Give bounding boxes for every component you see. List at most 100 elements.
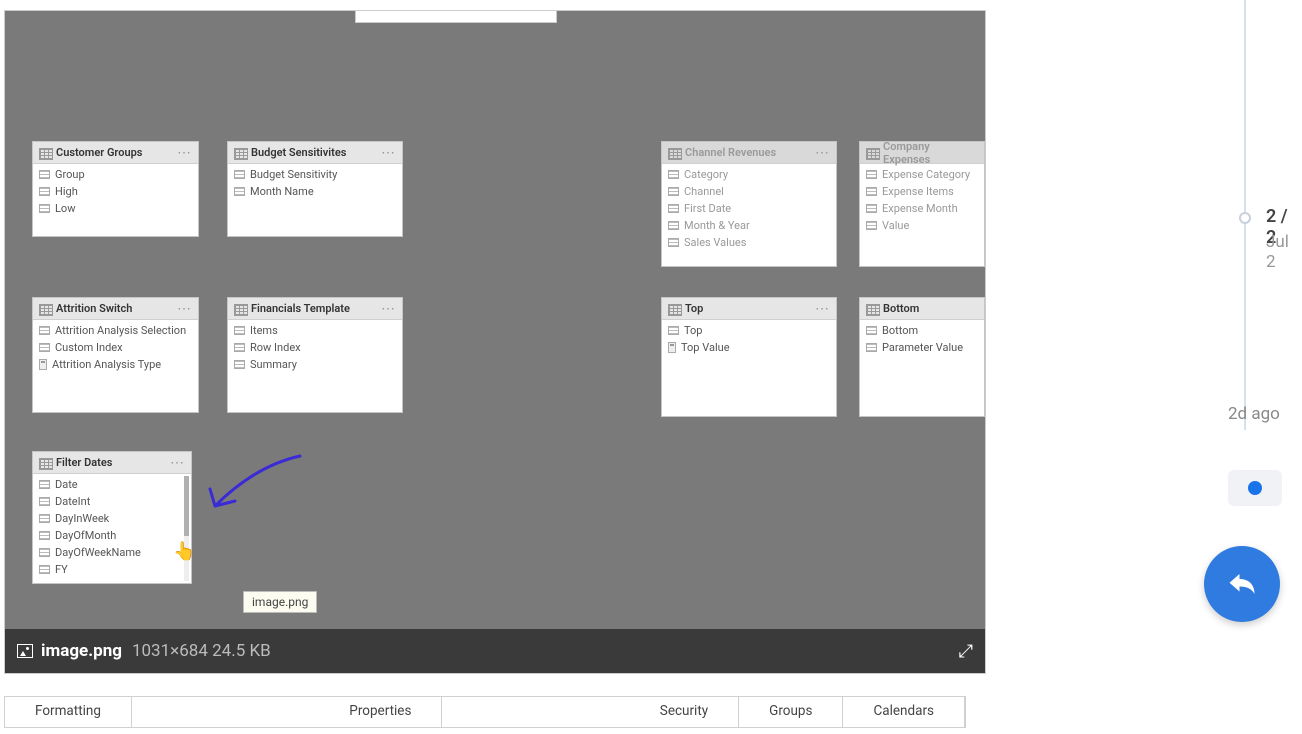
table-top[interactable]: Top⋯ Top Top Value — [661, 297, 837, 417]
field-label: Expense Items — [882, 185, 954, 198]
field-row[interactable]: DayOfWeekName — [33, 544, 191, 561]
field-row[interactable]: Attrition Analysis Selection — [33, 322, 198, 339]
table-header[interactable]: Channel Revenues⋯ — [662, 142, 836, 164]
field-row[interactable]: DayOfMonth — [33, 527, 191, 544]
scrollbar-thumb[interactable] — [184, 476, 189, 536]
ellipsis-icon[interactable]: ⋯ — [381, 301, 396, 317]
field-row[interactable]: Attrition Analysis Type — [33, 356, 198, 373]
table-title: Company Expenses — [883, 140, 978, 166]
table-header[interactable]: Attrition Switch⋯ — [33, 298, 198, 320]
field-label: Parameter Value — [882, 341, 963, 354]
ellipsis-icon[interactable]: ⋯ — [815, 301, 830, 317]
field-row[interactable]: Group — [33, 166, 198, 183]
notification-chip[interactable] — [1228, 470, 1282, 506]
field-row[interactable]: Items — [228, 322, 402, 339]
field-row[interactable]: Custom Index — [33, 339, 198, 356]
tab-properties[interactable]: Properties — [319, 697, 442, 727]
expand-icon[interactable]: ⤢ — [959, 641, 973, 662]
field-icon — [866, 187, 877, 196]
table-header[interactable]: Company Expenses — [860, 142, 984, 164]
bottom-tabs: Formatting Properties Security Groups Ca… — [4, 696, 966, 728]
ellipsis-icon[interactable]: ⋯ — [177, 301, 192, 317]
table-header[interactable]: Financials Template⋯ — [228, 298, 402, 320]
field-row[interactable]: Date — [33, 476, 191, 493]
field-row[interactable]: First Date — [662, 200, 836, 217]
table-title: Channel Revenues — [685, 146, 815, 159]
field-row[interactable]: Value — [860, 217, 984, 234]
table-header[interactable]: Budget Sensitivites⋯ — [228, 142, 402, 164]
timeline-node[interactable] — [1239, 212, 1251, 224]
field-icon — [866, 221, 877, 230]
field-row[interactable]: Top — [662, 322, 836, 339]
field-label: Group — [55, 168, 85, 181]
field-label: Expense Category — [882, 168, 970, 181]
field-icon — [39, 187, 50, 196]
field-row[interactable]: DateInt — [33, 493, 191, 510]
table-body: Group High Low — [33, 164, 198, 219]
time-ago-label: 2d ago — [1228, 404, 1280, 424]
table-header[interactable]: Filter Dates⋯ — [33, 452, 191, 474]
table-icon — [668, 304, 680, 314]
field-row[interactable]: Category — [662, 166, 836, 183]
table-header[interactable]: Customer Groups⋯ — [33, 142, 198, 164]
table-header[interactable]: Top⋯ — [662, 298, 836, 320]
table-financials-template[interactable]: Financials Template⋯ Items Row Index Sum… — [227, 297, 403, 413]
field-row[interactable]: Bottom — [860, 322, 984, 339]
field-label: Expense Month — [882, 202, 958, 215]
field-label: Attrition Analysis Type — [52, 358, 161, 371]
field-row[interactable]: Summary — [228, 356, 402, 373]
ellipsis-icon[interactable]: ⋯ — [381, 145, 396, 161]
field-row[interactable]: Month Name — [228, 183, 402, 200]
footer-dimensions: 1031×684 24.5 KB — [132, 641, 271, 661]
table-header[interactable]: Bottom — [860, 298, 984, 320]
field-icon — [668, 326, 679, 335]
field-label: Category — [684, 168, 728, 181]
field-icon — [866, 170, 877, 179]
tab-security[interactable]: Security — [630, 697, 739, 727]
field-label: FY — [55, 563, 68, 576]
field-icon — [39, 548, 50, 557]
field-row[interactable]: Row Index — [228, 339, 402, 356]
scrollbar-track[interactable] — [184, 476, 189, 581]
table-filter-dates[interactable]: Filter Dates⋯ Date DateInt DayInWeek Day… — [32, 451, 192, 584]
embedded-image[interactable]: Customer Groups⋯ Group High Low Budget S… — [4, 10, 986, 674]
table-icon — [668, 148, 680, 158]
field-icon — [39, 531, 50, 540]
table-attrition-switch[interactable]: Attrition Switch⋯ Attrition Analysis Sel… — [32, 297, 199, 413]
field-icon — [39, 326, 50, 335]
table-title: Customer Groups — [56, 146, 177, 159]
field-label: Value — [882, 219, 909, 232]
tab-groups[interactable]: Groups — [739, 697, 843, 727]
field-row[interactable]: DayInWeek — [33, 510, 191, 527]
ellipsis-icon[interactable]: ⋯ — [177, 145, 192, 161]
table-customer-groups[interactable]: Customer Groups⋯ Group High Low — [32, 141, 199, 237]
field-row[interactable]: Sales Values — [662, 234, 836, 251]
field-row[interactable]: Channel — [662, 183, 836, 200]
table-channel-revenues[interactable]: Channel Revenues⋯ Category Channel First… — [661, 141, 837, 267]
reply-button[interactable] — [1204, 546, 1280, 622]
field-row[interactable]: Month & Year — [662, 217, 836, 234]
field-row[interactable]: Low — [33, 200, 198, 217]
ellipsis-icon[interactable]: ⋯ — [815, 145, 830, 161]
table-company-expenses[interactable]: Company Expenses Expense Category Expens… — [859, 141, 985, 267]
table-icon — [39, 458, 51, 468]
field-label: Month & Year — [684, 219, 750, 232]
field-row[interactable]: Top Value — [662, 339, 836, 356]
field-icon — [234, 187, 245, 196]
field-icon — [234, 170, 245, 179]
field-row[interactable]: FY — [33, 561, 191, 578]
table-bottom[interactable]: Bottom Bottom Parameter Value — [859, 297, 985, 417]
field-row[interactable]: Parameter Value — [860, 339, 984, 356]
field-row[interactable]: High — [33, 183, 198, 200]
field-icon — [668, 170, 679, 179]
tab-calendars[interactable]: Calendars — [843, 697, 965, 727]
field-row[interactable]: Budget Sensitivity — [228, 166, 402, 183]
field-row[interactable]: Expense Month — [860, 200, 984, 217]
table-budget-sensitivities[interactable]: Budget Sensitivites⋯ Budget Sensitivity … — [227, 141, 403, 237]
field-row[interactable]: Expense Items — [860, 183, 984, 200]
tab-formatting[interactable]: Formatting — [5, 697, 132, 727]
table-body: Attrition Analysis Selection Custom Inde… — [33, 320, 198, 375]
field-row[interactable]: Expense Category — [860, 166, 984, 183]
field-icon — [866, 326, 877, 335]
ellipsis-icon[interactable]: ⋯ — [170, 455, 185, 471]
